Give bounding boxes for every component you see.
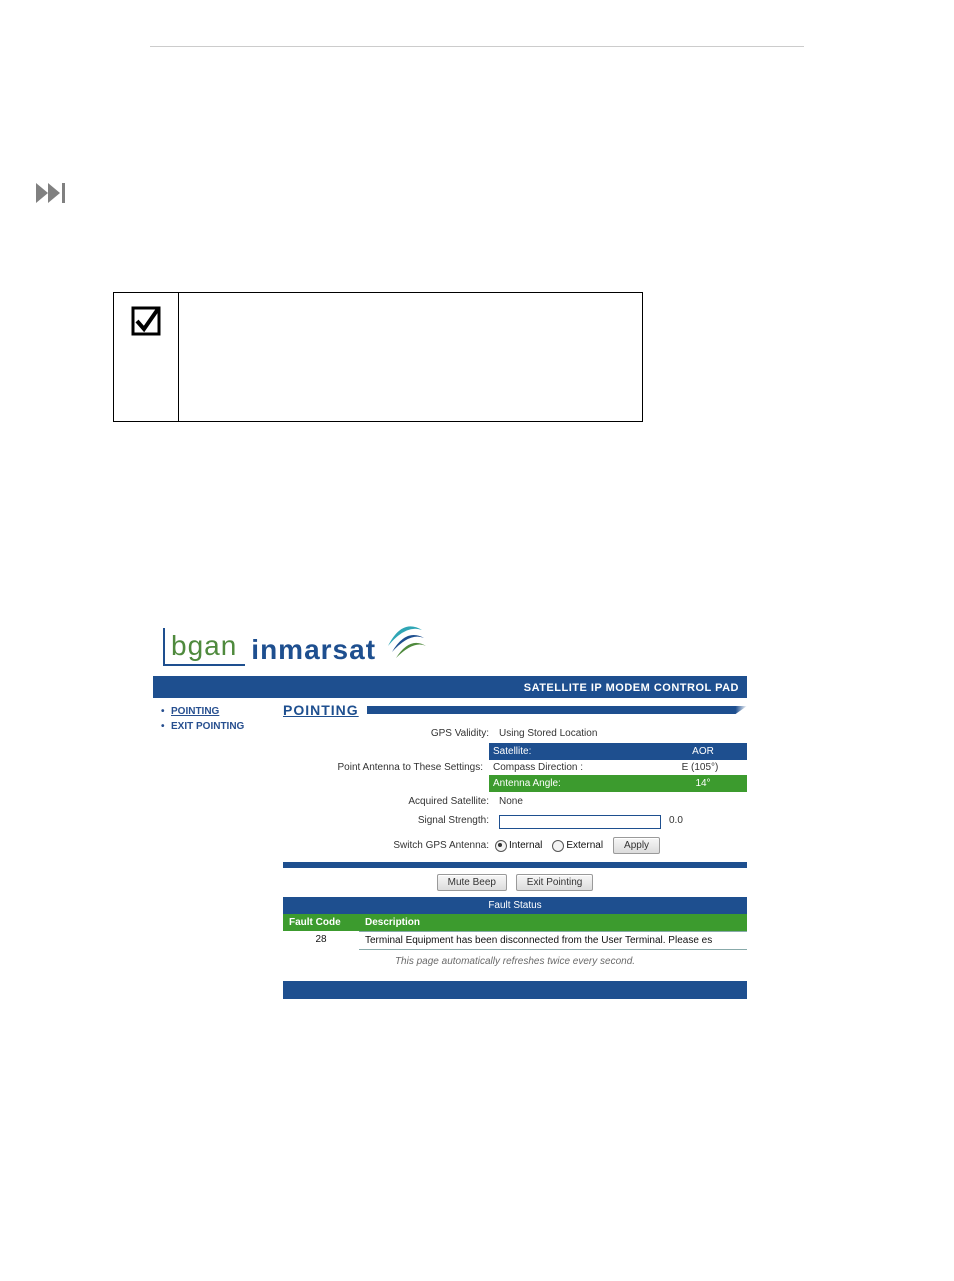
gps-validity-value: Using Stored Location (495, 728, 659, 739)
note-box (113, 292, 643, 422)
acquired-satellite-value: None (495, 796, 659, 807)
fault-desc-value: Terminal Equipment has been disconnected… (359, 931, 747, 950)
acquired-satellite-label: Acquired Satellite: (289, 796, 495, 807)
separator (150, 46, 804, 47)
satellite-label: Satellite: (489, 743, 659, 760)
radio-dot-icon (552, 840, 564, 852)
sidebar-item-exit-pointing[interactable]: EXIT POINTING (161, 719, 279, 734)
refresh-note: This page automatically refreshes twice … (283, 950, 747, 977)
signal-strength-bar (499, 815, 661, 829)
sidebar-item-label: POINTING (171, 706, 219, 717)
point-antenna-label: Point Antenna to These Settings: (283, 762, 489, 773)
exit-pointing-button[interactable]: Exit Pointing (516, 874, 594, 891)
fault-status-bar: Fault Status (283, 897, 747, 914)
apply-button[interactable]: Apply (613, 837, 660, 854)
radio-external[interactable]: External (552, 840, 603, 852)
sidebar-item-label: EXIT POINTING (171, 721, 244, 732)
radio-external-label: External (566, 840, 603, 851)
radio-internal-label: Internal (509, 840, 542, 851)
radio-dot-icon (495, 840, 507, 852)
main-panel: POINTING GPS Validity: Using Stored Loca… (283, 698, 747, 999)
logo-row: bgan inmarsat (153, 604, 747, 676)
bgan-logo: bgan (163, 628, 245, 666)
title-bar: SATELLITE IP MODEM CONTROL PAD (153, 676, 747, 698)
footer-bar (283, 981, 747, 999)
fault-row: 28 Terminal Equipment has been disconnec… (283, 931, 747, 950)
inmarsat-text: inmarsat (251, 634, 376, 666)
modem-control-panel: bgan inmarsat SATELLITE IP MODEM CONTROL… (151, 604, 749, 999)
inmarsat-logo: inmarsat (251, 622, 428, 666)
satellite-value: AOR (659, 743, 747, 760)
compass-direction-label: Compass Direction : (489, 762, 653, 773)
sidebar: POINTING EXIT POINTING (153, 698, 283, 999)
switch-gps-label: Switch GPS Antenna: (289, 840, 495, 851)
sidebar-item-pointing[interactable]: POINTING (161, 704, 279, 719)
antenna-angle-label: Antenna Angle: (489, 775, 659, 792)
fault-table-header: Fault Code Description (283, 914, 747, 931)
section-title: POINTING (283, 702, 359, 718)
title-bar-text: SATELLITE IP MODEM CONTROL PAD (524, 682, 739, 694)
fault-code-value: 28 (283, 931, 359, 950)
checkbox-checked-icon (130, 305, 162, 342)
signal-strength-label: Signal Strength: (289, 815, 495, 829)
mute-beep-button[interactable]: Mute Beep (437, 874, 507, 891)
fault-status-label: Fault Status (283, 897, 747, 914)
fast-forward-icon (36, 181, 70, 210)
gps-validity-label: GPS Validity: (289, 728, 495, 739)
antenna-angle-value: 14° (659, 775, 747, 792)
fault-desc-header: Description (359, 914, 747, 931)
fault-code-header: Fault Code (283, 914, 359, 931)
note-text (179, 293, 642, 421)
compass-direction-value: E (105°) (653, 762, 747, 773)
section-heading: POINTING (283, 702, 747, 718)
radio-internal[interactable]: Internal (495, 840, 542, 852)
signal-strength-value: 0.0 (669, 815, 741, 829)
